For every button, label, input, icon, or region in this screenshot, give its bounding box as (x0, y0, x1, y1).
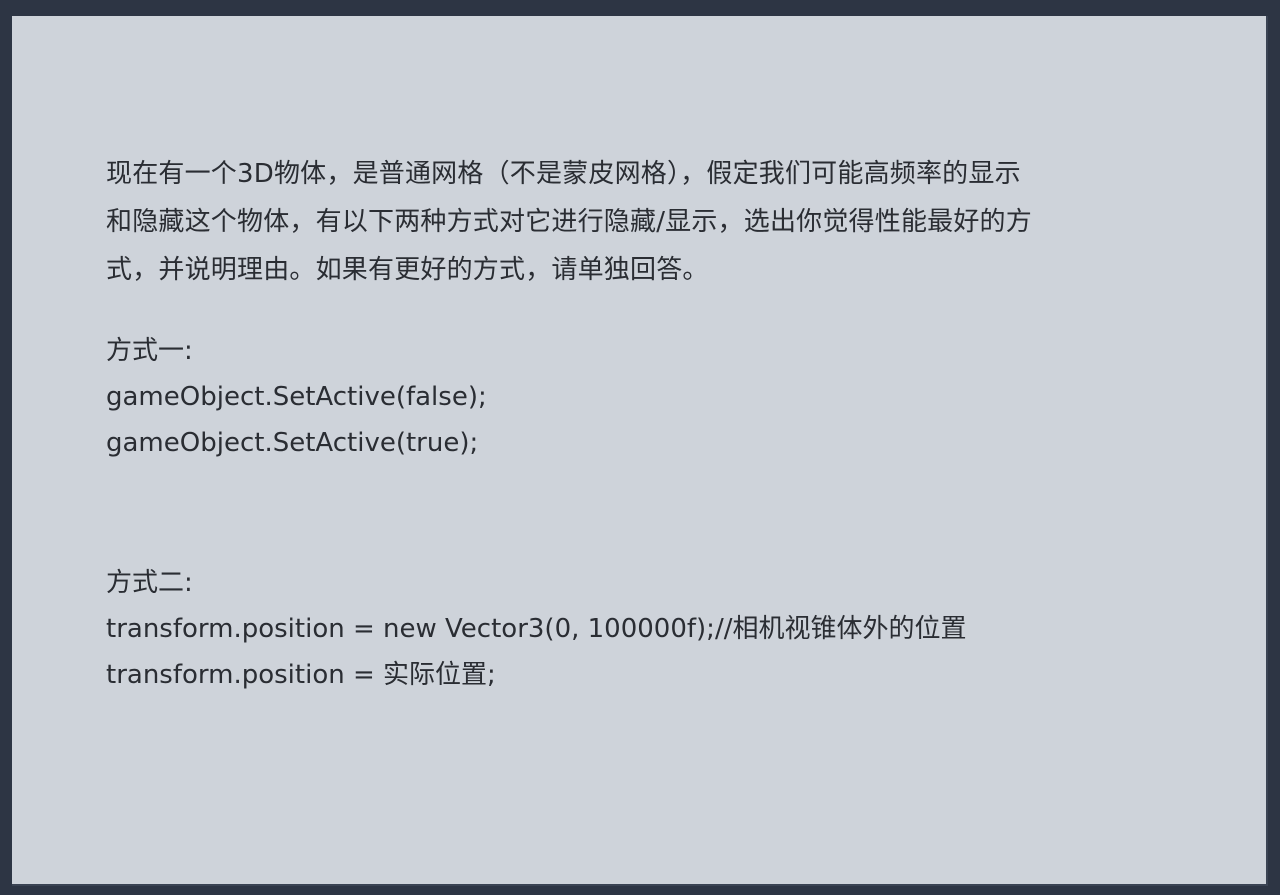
code-line: transform.position = 实际位置; (106, 660, 496, 690)
slide-content: 现在有一个3D物体，是普通网格（不是蒙皮网格），假定我们可能高频率的显示 和隐藏… (106, 150, 1166, 690)
question-paragraph: 现在有一个3D物体，是普通网格（不是蒙皮网格），假定我们可能高频率的显示 和隐藏… (106, 150, 1166, 294)
code-line: gameObject.SetActive(false); (106, 382, 487, 412)
method-two-heading: 方式二: (106, 568, 193, 598)
method-one-block: 方式一: gameObject.SetActive(false); gameOb… (106, 328, 487, 466)
method-two-block: 方式二: transform.position = new Vector3(0,… (106, 560, 966, 698)
slide-panel: 现在有一个3D物体，是普通网格（不是蒙皮网格），假定我们可能高频率的显示 和隐藏… (12, 16, 1268, 886)
code-line: gameObject.SetActive(true); (106, 428, 479, 458)
question-line: 现在有一个3D物体，是普通网格（不是蒙皮网格），假定我们可能高频率的显示 (106, 159, 1021, 189)
method-one-heading: 方式一: (106, 336, 193, 366)
code-line: transform.position = new Vector3(0, 1000… (106, 614, 967, 644)
question-line: 和隐藏这个物体，有以下两种方式对它进行隐藏/显示，选出你觉得性能最好的方 (106, 207, 1032, 237)
question-line: 式，并说明理由。如果有更好的方式，请单独回答。 (106, 255, 709, 285)
